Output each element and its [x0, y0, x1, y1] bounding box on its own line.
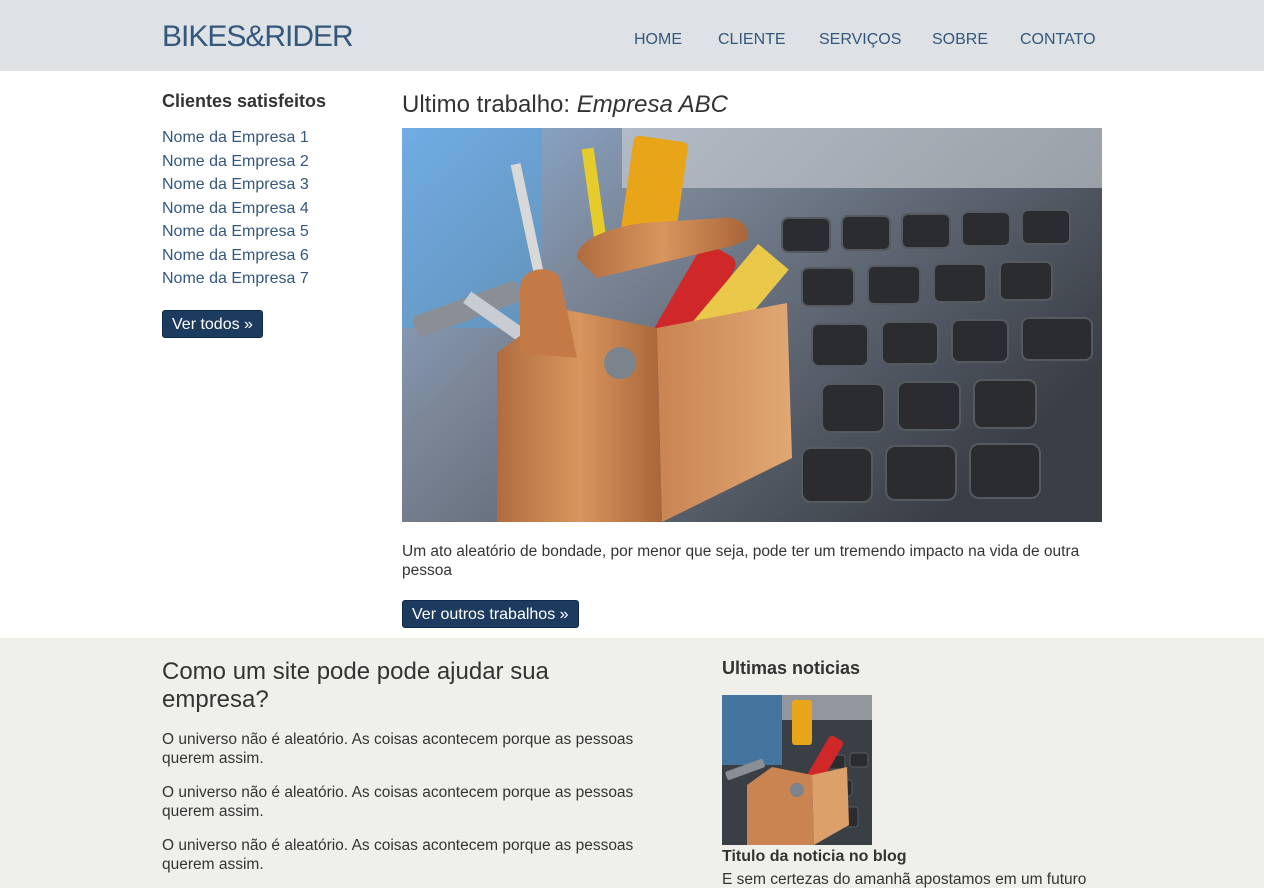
client-link[interactable]: Nome da Empresa 5 [162, 223, 309, 240]
nav-home[interactable]: HOME [634, 31, 682, 49]
client-link[interactable]: Nome da Empresa 6 [162, 247, 309, 264]
list-item: Nome da Empresa 3 [162, 173, 362, 197]
client-link[interactable]: Nome da Empresa 2 [162, 153, 309, 170]
why-paragraph: O universo não é aleatório. As coisas ac… [162, 731, 634, 767]
news-item-excerpt: E sem certezas do amanhã apostamos em um… [722, 871, 1087, 888]
site-logo[interactable]: BIKES&RIDER [162, 20, 354, 54]
nav-servicos[interactable]: SERVIÇOS [819, 31, 901, 49]
list-item: Nome da Empresa 6 [162, 244, 362, 268]
news-heading: Ultimas noticias [722, 658, 861, 678]
site-header: BIKES&RIDER HOME CLIENTE SERVIÇOS SOBRE … [0, 0, 1264, 71]
clients-heading: Clientes satisfeitos [162, 91, 327, 111]
nav-contato[interactable]: CONTATO [1020, 31, 1096, 49]
latest-work-description: Um ato aleatório de bondade, por menor q… [402, 543, 1080, 579]
client-link[interactable]: Nome da Empresa 4 [162, 200, 309, 217]
bottom-section: Como um site pode pode ajudar sua empres… [0, 638, 1264, 888]
see-other-works-button[interactable]: Ver outros trabalhos » [402, 600, 579, 628]
why-heading: Como um site pode pode ajudar sua empres… [162, 658, 549, 713]
list-item: Nome da Empresa 1 [162, 126, 362, 150]
latest-news: Ultimas noticias Titulo da noticia no bl… [722, 658, 1102, 889]
list-item: Nome da Empresa 4 [162, 197, 362, 221]
title-company: Empresa ABC [576, 91, 728, 118]
nav-cliente[interactable]: CLIENTE [718, 31, 786, 49]
news-thumbnail[interactable] [722, 695, 872, 845]
hero-illustration [402, 128, 1102, 522]
why-website: Como um site pode pode ajudar sua empres… [162, 658, 662, 889]
why-paragraph: O universo não é aleatório. As coisas ac… [162, 784, 634, 820]
news-item-title[interactable]: Titulo da noticia no blog [722, 848, 1102, 866]
client-link[interactable]: Nome da Empresa 1 [162, 129, 309, 146]
list-item: Nome da Empresa 7 [162, 267, 362, 291]
client-link[interactable]: Nome da Empresa 7 [162, 270, 309, 287]
nav-sobre[interactable]: SOBRE [932, 31, 988, 49]
title-prefix: Ultimo trabalho: [402, 91, 577, 118]
client-list: Nome da Empresa 1 Nome da Empresa 2 Nome… [162, 126, 362, 291]
client-link[interactable]: Nome da Empresa 3 [162, 176, 309, 193]
news-thumbnail-illustration [722, 695, 872, 845]
clients-sidebar: Clientes satisfeitos Nome da Empresa 1 N… [162, 91, 362, 338]
see-all-button[interactable]: Ver todos » [162, 309, 263, 338]
latest-work-title: Ultimo trabalho: Empresa ABC [402, 91, 1102, 128]
why-paragraph: O universo não é aleatório. As coisas ac… [162, 837, 634, 873]
list-item: Nome da Empresa 5 [162, 220, 362, 244]
toolbox-on-keyboard-image [402, 128, 1102, 522]
latest-work: Ultimo trabalho: Empresa ABC Um ato alea… [402, 91, 1102, 628]
list-item: Nome da Empresa 2 [162, 150, 362, 174]
